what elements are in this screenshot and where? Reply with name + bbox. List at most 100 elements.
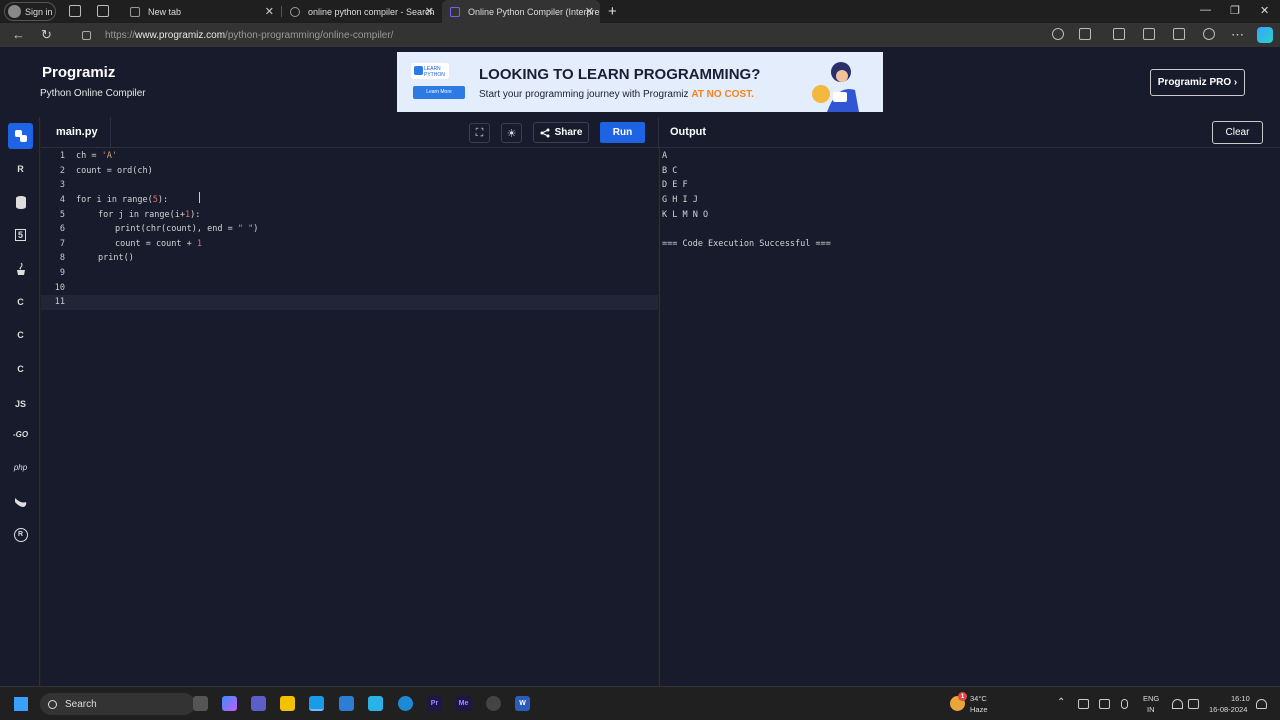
close-window-icon[interactable]: ✕ xyxy=(1260,4,1269,17)
run-button[interactable]: Run xyxy=(600,122,645,143)
taskbar-search-label: Search xyxy=(65,698,97,710)
programiz-pro-button[interactable]: Programiz PRO › xyxy=(1150,69,1245,96)
lang-swift[interactable] xyxy=(9,490,32,513)
media-encoder-icon[interactable]: Me xyxy=(456,696,471,711)
maximize-icon[interactable]: ❐ xyxy=(1230,4,1240,17)
lang-go[interactable]: -GO xyxy=(9,423,32,446)
close-tab-icon[interactable]: ✕ xyxy=(585,5,594,18)
lang-python[interactable] xyxy=(8,123,33,149)
new-tab-button[interactable]: + xyxy=(608,3,617,20)
pane-divider[interactable] xyxy=(658,117,659,148)
premiere-pro-icon[interactable]: Pr xyxy=(427,696,442,711)
copilot-icon[interactable] xyxy=(1257,27,1273,43)
show-hidden-icons-icon[interactable]: ⌃ xyxy=(1057,697,1065,708)
code-editor[interactable]: 1 ch = 'A' 2 count = ord(ch) 3 4 for i i… xyxy=(41,148,658,686)
theme-toggle-button[interactable]: ☀ xyxy=(501,123,522,143)
url-host: www.programiz.com xyxy=(135,29,226,41)
url-path: /python-programming/online-compiler/ xyxy=(225,29,394,41)
browser-essentials-icon[interactable] xyxy=(1203,28,1215,40)
refresh-icon[interactable]: ↻ xyxy=(41,27,52,43)
line-number: 9 xyxy=(59,268,65,279)
file-tab[interactable]: main.py xyxy=(41,117,111,148)
word-icon[interactable]: W xyxy=(515,696,530,711)
weather-temp[interactable]: 34°C xyxy=(970,694,987,703)
collections-icon[interactable] xyxy=(1173,28,1185,40)
sun-icon: ☀ xyxy=(506,127,517,140)
edge-browser-icon[interactable] xyxy=(309,696,324,711)
language-sidebar: R 5 C C C JS -GO php R xyxy=(0,117,40,686)
lang-html[interactable]: 5 xyxy=(9,223,32,246)
code-line: 4 for i in range(5): xyxy=(41,193,658,208)
copilot-taskbar-icon[interactable] xyxy=(222,696,237,711)
tab-actions-icon[interactable] xyxy=(97,5,109,17)
lang-cpp[interactable]: C xyxy=(9,323,32,346)
lang-r[interactable]: R xyxy=(9,157,32,180)
more-options-icon[interactable]: ⋯ xyxy=(1231,27,1244,43)
clear-button[interactable]: Clear xyxy=(1212,121,1263,144)
lang-rust[interactable]: R xyxy=(9,523,32,546)
store-icon[interactable] xyxy=(339,696,354,711)
signin-button[interactable]: Sign in xyxy=(4,2,56,21)
learn-more-button[interactable]: Learn More xyxy=(413,86,465,99)
line-number: 11 xyxy=(54,297,65,308)
ad-banner[interactable]: LEARN PYTHON Learn More LOOKING TO LEARN… xyxy=(397,52,883,112)
line-number: 5 xyxy=(59,209,65,220)
taskbar-search[interactable]: Search xyxy=(40,693,195,715)
code-text: print(chr(count), end = " ") xyxy=(115,224,259,235)
output-line: G H I J xyxy=(662,195,698,206)
lang-php[interactable]: php xyxy=(9,456,32,479)
minimize-icon[interactable]: — xyxy=(1200,4,1211,16)
code-line: 3 xyxy=(41,178,658,193)
favorite-star-icon[interactable] xyxy=(1079,28,1091,40)
fullscreen-button[interactable]: ⛶ xyxy=(469,123,490,143)
programiz-logo[interactable]: Programiz xyxy=(42,64,115,81)
onedrive-icon[interactable] xyxy=(1078,699,1089,709)
url-input[interactable]: https:// www.programiz.com /python-progr… xyxy=(76,25,1102,45)
workspaces-icon[interactable] xyxy=(69,5,81,17)
sync-icon[interactable] xyxy=(1099,699,1110,709)
profile-avatar-icon xyxy=(8,5,21,18)
teams-icon[interactable] xyxy=(251,696,266,711)
microphone-icon[interactable] xyxy=(1121,699,1128,709)
tab-new-tab[interactable]: New tab ✕ xyxy=(122,0,280,23)
mysql-workbench-icon[interactable] xyxy=(368,696,383,711)
lock-icon xyxy=(82,30,91,40)
chrome-icon[interactable] xyxy=(486,696,501,711)
clock-time[interactable]: 16:10 xyxy=(1231,694,1250,703)
r-icon: R xyxy=(17,163,24,174)
lang-sql[interactable] xyxy=(9,190,32,213)
wifi-icon[interactable] xyxy=(1172,699,1183,709)
line-number: 10 xyxy=(54,282,65,293)
close-tab-icon[interactable]: ✕ xyxy=(425,5,434,18)
back-icon[interactable]: ← xyxy=(12,27,25,42)
share-button[interactable]: Share xyxy=(533,122,589,143)
code-line: 5 for j in range(i+1): xyxy=(41,207,658,222)
favorites-icon[interactable] xyxy=(1143,28,1155,40)
split-screen-icon[interactable] xyxy=(1113,28,1125,40)
lang-java[interactable] xyxy=(9,257,32,280)
file-explorer-icon[interactable] xyxy=(280,696,295,711)
share-label: Share xyxy=(554,127,583,138)
banner-headline: LOOKING TO LEARN PROGRAMMING? xyxy=(479,66,761,83)
language-top[interactable]: ENG xyxy=(1143,694,1159,703)
share-icon xyxy=(540,128,550,137)
tab-programiz[interactable]: Online Python Compiler (Interpre ✕ xyxy=(442,0,600,23)
lang-csharp[interactable]: C xyxy=(9,357,32,380)
code-line: 2 count = ord(ch) xyxy=(41,164,658,179)
notification-bell-icon[interactable] xyxy=(1256,699,1267,709)
task-view-icon[interactable] xyxy=(193,696,208,711)
volume-icon[interactable] xyxy=(1188,699,1199,709)
close-tab-icon[interactable]: ✕ xyxy=(265,5,274,18)
lang-javascript[interactable]: JS xyxy=(9,392,32,415)
lang-c[interactable]: C xyxy=(9,290,32,313)
tab-search[interactable]: online python compiler - Search ✕ xyxy=(282,0,440,23)
c-icon: C xyxy=(17,296,24,307)
code-line: 8 print() xyxy=(41,251,658,266)
java-cup-icon xyxy=(16,262,25,275)
site-header: Programiz Python Online Compiler LEARN P… xyxy=(0,47,1280,117)
code-text: print() xyxy=(98,253,134,264)
windows-start-icon[interactable] xyxy=(14,697,28,711)
read-aloud-icon[interactable] xyxy=(1052,28,1064,40)
pycharm-icon[interactable] xyxy=(398,696,413,711)
banner-subtext-highlight: AT NO COST. xyxy=(691,89,754,100)
